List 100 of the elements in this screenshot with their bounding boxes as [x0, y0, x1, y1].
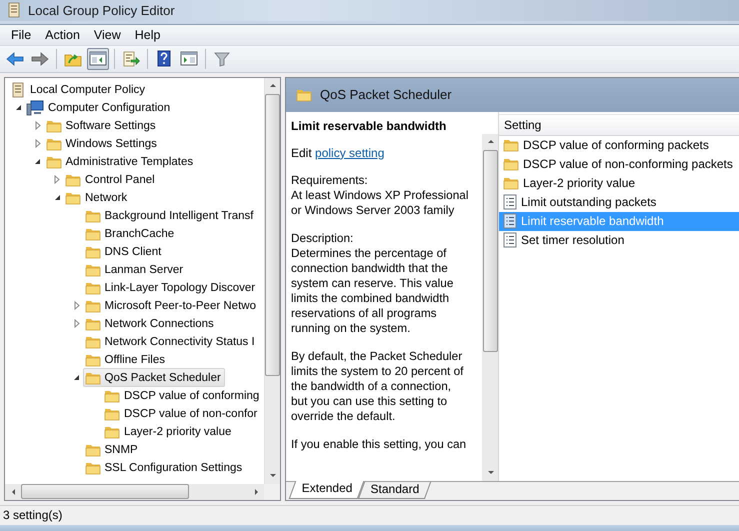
tree-item[interactable]: Layer-2 priority value	[102, 422, 236, 442]
tree-item[interactable]: Local Computer Policy	[8, 80, 150, 100]
policy-setting-icon	[503, 194, 517, 210]
menu-item[interactable]: View	[86, 26, 128, 43]
tab[interactable]: Standard	[358, 482, 431, 499]
tree-item[interactable]: Network	[63, 188, 132, 208]
policy-setting-link[interactable]: policy setting	[315, 146, 384, 160]
scroll-up-arrow-icon[interactable]	[486, 138, 494, 146]
collapsed-arrow-icon[interactable]	[54, 175, 60, 184]
scroll-icon	[10, 82, 26, 98]
toolbar-button[interactable]	[87, 48, 109, 70]
folder-icon	[84, 334, 100, 349]
window-title: Local Group Policy Editor	[28, 2, 175, 18]
collapsed-arrow-icon[interactable]	[74, 319, 80, 328]
folder-icon	[104, 388, 120, 403]
pane-title: QoS Packet Scheduler	[320, 87, 452, 102]
tree-item[interactable]: DNS Client	[82, 242, 166, 262]
computer-icon	[26, 100, 44, 116]
tab[interactable]: Extended	[288, 480, 364, 499]
folder-icon	[84, 352, 100, 367]
export-list-icon	[122, 50, 140, 67]
tree-item[interactable]: DSCP value of non-confor	[102, 404, 262, 424]
scroll-down-arrow-icon[interactable]	[486, 468, 494, 477]
tree-item[interactable]: SSL Configuration Settings	[82, 458, 246, 478]
tree-item[interactable]: Offline Files	[82, 350, 170, 370]
tree-item[interactable]: Administrative Templates	[44, 152, 198, 172]
scroll-icon	[6, 2, 22, 18]
folder-icon	[84, 262, 100, 277]
folder-icon	[503, 176, 519, 190]
vertical-scrollbar[interactable]	[482, 134, 498, 481]
policy-setting-icon	[503, 213, 517, 230]
forward-arrow-icon	[31, 52, 49, 66]
folder-icon	[84, 370, 100, 385]
collapsed-arrow-icon[interactable]	[34, 121, 40, 130]
collapsed-arrow-icon[interactable]	[34, 139, 40, 148]
description-text: If you enable this setting, you can	[291, 436, 468, 452]
tree-item[interactable]: Lanman Server	[82, 260, 188, 280]
tree-item[interactable]: Software Settings	[44, 116, 160, 136]
folder-icon	[46, 118, 62, 133]
expanded-arrow-icon[interactable]	[73, 374, 80, 382]
expanded-arrow-icon[interactable]	[54, 194, 60, 202]
menu-item[interactable]: Help	[128, 26, 168, 43]
tree-item[interactable]: Control Panel	[63, 170, 159, 190]
policy-setting-icon	[503, 232, 517, 248]
folder-icon	[104, 424, 120, 439]
tree-item[interactable]: Computer Configuration	[24, 98, 174, 118]
scrollbar-thumb[interactable]	[482, 150, 498, 352]
folder-icon	[84, 208, 100, 223]
folder-icon	[65, 172, 81, 187]
scrollbar-thumb[interactable]	[265, 94, 280, 376]
scroll-up-arrow-icon[interactable]	[269, 82, 276, 90]
list-item[interactable]: DSCP value of non-conforming packets	[499, 154, 739, 174]
tree-item[interactable]: DSCP value of conforming	[102, 386, 264, 406]
folder-icon	[503, 157, 519, 172]
folder-icon	[84, 442, 100, 457]
tree-item[interactable]: SNMP	[82, 440, 142, 460]
vertical-scrollbar[interactable]	[264, 78, 280, 484]
tree-item[interactable]: Link-Layer Topology Discover	[82, 278, 260, 298]
horizontal-scrollbar[interactable]	[5, 484, 264, 500]
collapsed-arrow-icon[interactable]	[74, 301, 80, 310]
status-text: 3 setting(s)	[3, 508, 62, 522]
folder-icon	[84, 280, 100, 295]
tree-item[interactable]: BranchCache	[82, 224, 178, 244]
folder-icon	[84, 460, 100, 475]
tree-item[interactable]: Network Connections	[82, 314, 218, 334]
list-item[interactable]: DSCP value of conforming packets	[499, 136, 739, 155]
tree-item[interactable]: Background Intelligent Transf	[82, 206, 258, 226]
scroll-left-arrow-icon[interactable]	[10, 488, 16, 496]
tree-item[interactable]: Microsoft Peer-to-Peer Netwo	[82, 296, 260, 316]
expanded-arrow-icon[interactable]	[14, 104, 22, 112]
folder-icon	[84, 244, 100, 259]
edit-label: Edit	[291, 146, 313, 160]
tree-item[interactable]: Windows Settings	[44, 134, 161, 154]
menu-item[interactable]: Action	[38, 26, 87, 43]
folder-icon	[46, 136, 62, 151]
column-header[interactable]: Setting	[499, 114, 739, 136]
description-text: By default, the Packet Scheduler limits the system to 20 percent of the bandwidth of a connection, but you can use this setting to override the default.	[291, 348, 464, 424]
scroll-right-arrow-icon[interactable]	[252, 488, 260, 496]
description-text: Requirements: At least Windows XP Professional or Windows Server 2003 family	[291, 172, 470, 218]
folder-icon	[46, 154, 62, 169]
pane-icon	[89, 51, 107, 66]
tree-item[interactable]: Network Connectivity Status I	[82, 332, 259, 352]
folder-icon	[104, 406, 120, 421]
menu-item[interactable]: File	[4, 26, 38, 43]
scroll-down-arrow-icon[interactable]	[269, 472, 276, 480]
scrollbar-corner	[264, 484, 280, 500]
policy-title: Limit reservable bandwidth	[291, 118, 448, 133]
folder-icon	[84, 316, 100, 331]
back-arrow-icon	[6, 52, 24, 66]
list-item[interactable]: Layer-2 priority value	[499, 174, 739, 193]
folder-icon	[503, 138, 519, 152]
help-icon	[157, 50, 171, 68]
description-text: Description: Determines the percentage of connection bandwidth that the system can reserve. This value limits the combined bandwidth reservations of all programs running on the system.	[291, 230, 454, 336]
expanded-arrow-icon[interactable]	[34, 158, 41, 166]
folder-icon	[296, 88, 312, 102]
tree-item[interactable]: QoS Packet Scheduler	[82, 368, 225, 388]
scrollbar-thumb[interactable]	[21, 484, 189, 500]
list-item[interactable]: Set timer resolution	[499, 230, 739, 250]
list-item[interactable]: Limit outstanding packets	[499, 192, 739, 212]
pane-icon	[180, 51, 198, 66]
